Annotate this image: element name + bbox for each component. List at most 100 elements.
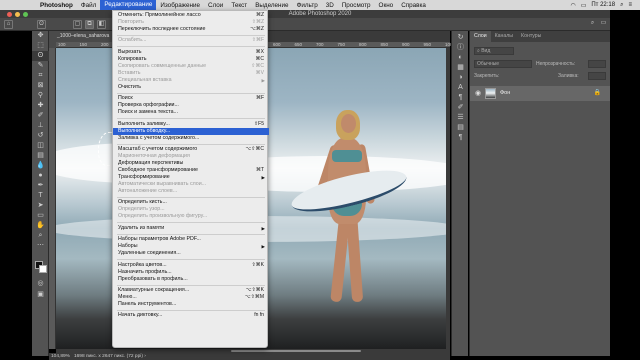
menu-item[interactable]: Проверка орфографии... xyxy=(113,102,269,109)
eye-icon[interactable]: ◉ xyxy=(475,89,481,97)
menu-item[interactable]: Переключить последнее состояние ⌥⌘Z xyxy=(113,26,269,33)
menu-item[interactable]: Скопировать совмещенные данные ⇧⌘C xyxy=(113,63,269,70)
menu-item[interactable]: Поиск ⌘F xyxy=(113,95,269,102)
menu-item[interactable]: Заливка с учетом содержимого... xyxy=(113,135,269,142)
menu-item[interactable]: Клавиатурные сокращения... ⌥⇧⌘K xyxy=(113,287,269,294)
menu-select[interactable]: Выделение xyxy=(251,2,292,9)
menu-layers[interactable]: Слои xyxy=(204,2,227,9)
clone-stamp-tool-icon[interactable]: ⊥ xyxy=(32,121,49,131)
menu-help[interactable]: Справка xyxy=(397,2,430,9)
menu-item[interactable]: Автоматически выравнивать слои... xyxy=(113,181,269,188)
brushes-icon[interactable]: ✐ xyxy=(452,103,469,113)
subtract-selection-icon[interactable]: ◧ xyxy=(97,20,106,29)
menu-filter[interactable]: Фильтр xyxy=(293,2,322,9)
menu-3d[interactable]: 3D xyxy=(322,2,338,9)
menu-item[interactable]: Копировать ⌘C xyxy=(113,56,269,63)
menu-edit[interactable]: Редактирование xyxy=(100,0,157,10)
properties-icon[interactable]: ☰ xyxy=(452,113,469,123)
swatches-icon[interactable]: ▦ xyxy=(452,63,469,73)
menu-item[interactable]: Удаленные соединения... xyxy=(113,250,269,257)
menu-item[interactable]: Вырезать ⌘X xyxy=(113,49,269,56)
search-icon[interactable]: ⌕ xyxy=(620,2,623,9)
document-tab[interactable]: _1000–elena_saharova xyxy=(49,31,119,42)
menu-item[interactable]: Автоналожение слоев... xyxy=(113,188,269,195)
blur-tool-icon[interactable]: 💧 xyxy=(32,161,49,171)
menu-item[interactable]: Настройка цветов... ⇧⌘K xyxy=(113,262,269,269)
menu-item[interactable]: Трансформирование ▶ xyxy=(113,174,269,181)
menu-item[interactable]: Выполнить заливку... ⇧F5 xyxy=(113,121,269,128)
clock[interactable]: Пт 22:18 xyxy=(591,2,615,8)
tab-layers[interactable]: Слои xyxy=(470,31,491,42)
menu-item[interactable]: Деформация перспективы xyxy=(113,160,269,167)
adjustments-icon[interactable]: ◑ xyxy=(452,73,469,83)
layer-row-background[interactable]: ◉ Фон 🔒 xyxy=(470,86,611,101)
document-info[interactable]: 1698 пикс. x 2647 пикс. (72 ppi) xyxy=(74,354,143,359)
search-icon[interactable]: ⌕ xyxy=(588,20,597,29)
menu-item[interactable]: Начать диктовку... fn fn xyxy=(113,312,269,319)
frame-tool-icon[interactable]: ⊠ xyxy=(32,81,49,91)
path-selection-tool-icon[interactable]: ➤ xyxy=(32,201,49,211)
type-tool-icon[interactable]: T xyxy=(32,191,49,201)
screen-mode-icon[interactable]: ▣ xyxy=(32,290,49,300)
tab-paths[interactable]: Контуры xyxy=(517,31,545,42)
zoom-level[interactable]: 104,89% xyxy=(51,354,70,359)
battery-icon[interactable]: ▭ xyxy=(581,2,587,9)
lasso-tool-preset-icon[interactable]: ʘ xyxy=(37,20,46,29)
pen-tool-icon[interactable]: ✒ xyxy=(32,181,49,191)
control-center-icon[interactable]: ≡ xyxy=(628,2,632,8)
menu-item[interactable]: Марионеточная деформация xyxy=(113,153,269,160)
zoom-tool-icon[interactable]: ⌕ xyxy=(32,231,49,241)
menu-item[interactable]: Наборы ▶ xyxy=(113,243,269,250)
add-selection-icon[interactable]: ⧉ xyxy=(85,20,94,29)
crop-tool-icon[interactable]: ⌗ xyxy=(32,71,49,81)
menu-item[interactable]: Очистить xyxy=(113,84,269,91)
gradient-tool-icon[interactable]: ▤ xyxy=(32,151,49,161)
menu-item[interactable]: Определить узор... xyxy=(113,206,269,213)
dodge-tool-icon[interactable]: ● xyxy=(32,171,49,181)
scrollbar-thumb[interactable] xyxy=(231,350,361,352)
tab-channels[interactable]: Каналы xyxy=(491,31,517,42)
paragraph-icon[interactable]: ¶ xyxy=(452,93,469,103)
menu-window[interactable]: Окно xyxy=(375,2,398,9)
color-icon[interactable]: ◐ xyxy=(452,53,469,63)
menu-item[interactable]: Специальная вставка ▶ xyxy=(113,77,269,84)
menu-item[interactable]: Повторить ⇧⌘Z xyxy=(113,19,269,26)
vertical-ruler[interactable] xyxy=(49,48,56,349)
character-icon[interactable]: A xyxy=(452,83,469,93)
quick-mask-icon[interactable]: ◎ xyxy=(32,279,49,289)
healing-brush-tool-icon[interactable]: ✚ xyxy=(32,101,49,111)
menu-item[interactable]: Определить произвольную фигуру... xyxy=(113,213,269,220)
menu-item[interactable]: Назначить профиль... xyxy=(113,269,269,276)
menu-image[interactable]: Изображение xyxy=(156,2,204,9)
more-tools-icon[interactable]: ⋯ xyxy=(32,241,49,251)
menu-item[interactable]: Выполнить обводку... xyxy=(113,127,269,135)
wifi-icon[interactable]: ◠ xyxy=(570,2,575,9)
eyedropper-tool-icon[interactable]: ⚲ xyxy=(32,91,49,101)
lasso-tool-icon[interactable]: ʘ xyxy=(32,51,49,61)
menu-item[interactable]: Отменить: Прямолинейное лассо ⌘Z xyxy=(113,12,269,19)
menu-item[interactable]: Свободное трансформирование ⌘T xyxy=(113,167,269,174)
menu-view[interactable]: Просмотр xyxy=(338,2,375,9)
lock-icon[interactable]: 🔒 xyxy=(594,89,601,96)
brush-tool-icon[interactable]: ✐ xyxy=(32,111,49,121)
layer-filter-select[interactable]: ⌕ Вид xyxy=(474,47,514,55)
marquee-tool-icon[interactable]: ⬚ xyxy=(32,41,49,51)
menu-app-photoshop[interactable]: Photoshop xyxy=(36,2,77,9)
menu-item[interactable]: Поиск и замена текста... xyxy=(113,109,269,116)
glyphs-icon[interactable]: ¶ xyxy=(452,133,469,143)
opacity-field[interactable] xyxy=(588,60,606,68)
history-icon[interactable]: ↻ xyxy=(452,33,469,43)
quick-select-tool-icon[interactable]: ✎ xyxy=(32,61,49,71)
menu-item[interactable]: Меню... ⌥⇧⌘M xyxy=(113,294,269,301)
hand-tool-icon[interactable]: ✋ xyxy=(32,221,49,231)
libraries-icon[interactable]: ▤ xyxy=(452,123,469,133)
menu-item[interactable]: Панель инструментов... xyxy=(113,301,269,308)
blend-mode-select[interactable]: Обычные xyxy=(474,60,532,68)
menu-item[interactable]: Преобразовать в профиль... xyxy=(113,276,269,283)
menu-item[interactable]: Вставить ⌘V xyxy=(113,70,269,77)
menu-item[interactable]: Удалить из памяти ▶ xyxy=(113,225,269,232)
vertical-scrollbar[interactable] xyxy=(446,48,450,349)
menu-file[interactable]: Файл xyxy=(77,2,100,9)
menu-item[interactable]: Наборы параметров Adobe PDF... xyxy=(113,236,269,243)
menu-type[interactable]: Текст xyxy=(227,2,251,9)
